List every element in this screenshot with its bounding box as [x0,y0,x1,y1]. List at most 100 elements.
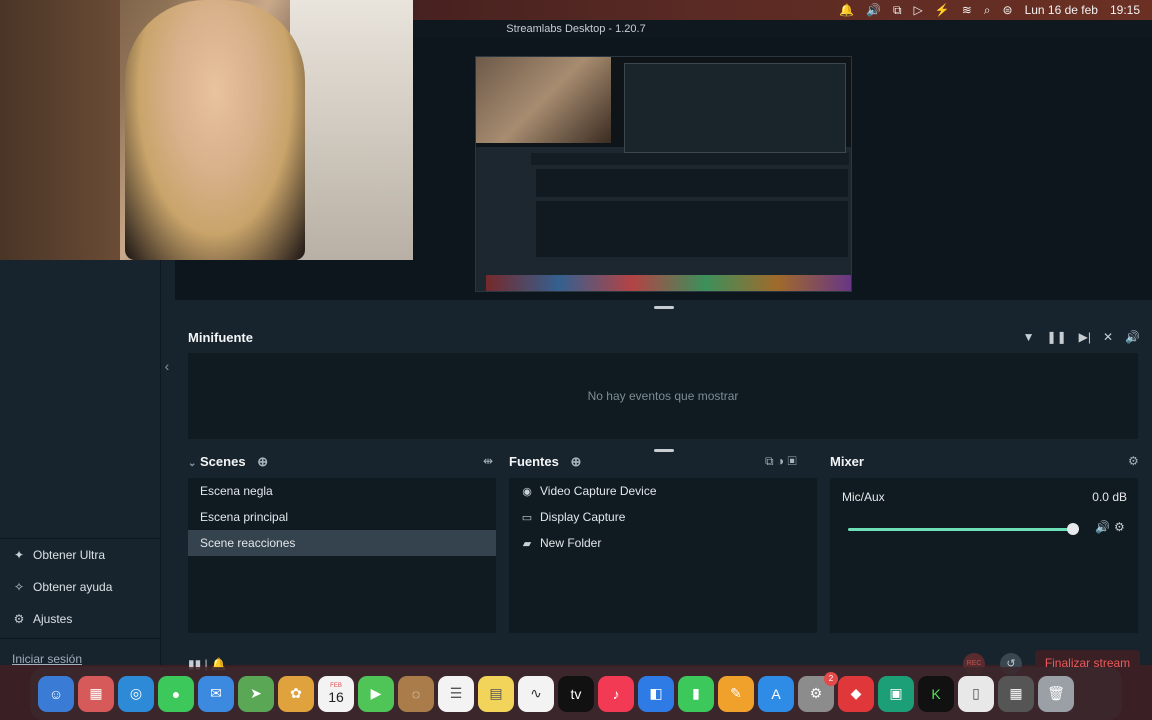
appstore-icon[interactable]: A [758,675,794,712]
maps-icon[interactable]: ➤ [238,675,274,712]
minifeed-empty: No hay eventos que mostrar [188,353,1138,439]
preview-nested-window [624,63,846,153]
mute-alerts-icon[interactable]: ✕ [1103,330,1113,344]
preview-panels [536,201,848,257]
volume-icon[interactable]: 🔊 [1125,330,1140,344]
resize-handle[interactable] [654,306,674,309]
channel-settings-icon[interactable]: ⚙ [1114,520,1125,534]
sidebar-item-settings[interactable]: ⚙ Ajustes [0,603,161,635]
sidebar-item-label: Ajustes [33,612,73,626]
downloads-icon[interactable]: ▦ [998,675,1034,712]
minifeed-title: Minifuente [188,330,253,345]
document-icon[interactable]: ▯ [958,675,994,712]
safari-icon[interactable]: ◎ [118,675,154,712]
sidebar-item-label: Obtener Ultra [33,548,106,562]
photos-icon[interactable]: ✿ [278,675,314,712]
notification-icon[interactable]: 🔔 [839,0,854,20]
volume-icon[interactable]: 🔊 [866,0,881,20]
streamer [125,0,305,260]
reminders-icon[interactable]: ☰ [438,675,474,712]
sidebar-item-label: Obtener ayuda [33,580,113,594]
help-icon: ✧ [13,580,25,594]
badge: 2 [824,671,838,686]
play-icon[interactable]: ▷ [914,0,923,20]
menubar-time[interactable]: 19:15 [1110,0,1140,20]
camera-icon: ◉ [522,485,532,498]
wifi-icon[interactable]: ≋ [962,0,972,20]
battery-icon[interactable]: ⚡ [935,0,950,20]
keynote-icon[interactable]: ◧ [638,675,674,712]
source-label: New Folder [540,536,602,550]
background-wall [290,0,413,260]
skip-icon[interactable]: ▶| [1079,330,1091,344]
pages-icon[interactable]: ✎ [718,675,754,712]
scene-transition-icon[interactable]: ⇹ [483,454,493,468]
minifeed-tools: ▼ ❚❚ ▶| ✕ 🔊 [1023,330,1140,344]
channel-level: 0.0 dB [1092,490,1127,504]
calendar-icon[interactable]: FEB 16 [318,675,354,712]
list-item[interactable]: ◉ Video Capture Device [509,478,817,504]
filter-icon[interactable]: ▼ [1023,330,1035,344]
scenes-title: Scenes [200,454,246,469]
music-icon[interactable]: ♪ [598,675,634,712]
resize-handle[interactable] [654,449,674,452]
contacts-icon[interactable]: ◌ [398,675,434,712]
trash-icon[interactable]: 🗑 [1038,675,1074,712]
freeform-icon[interactable]: ∿ [518,675,554,712]
webcam-overlay [0,0,413,260]
anydesk-icon[interactable]: ◆ [838,675,874,712]
search-icon[interactable]: ⌕ [984,0,991,20]
control-center-icon[interactable]: ⊜ [1003,0,1013,20]
list-item[interactable]: Escena negla [188,478,496,504]
scenes-header: ⌄ Scenes ⊕ [188,454,268,470]
sidebar-item-ultra[interactable]: ✦ Obtener Ultra [0,539,161,571]
finder-icon[interactable]: ☺ [38,675,74,712]
chevron-down-icon[interactable]: ⌄ [188,458,196,469]
chevron-left-icon[interactable]: ‹ [160,358,174,378]
screen-mirror-icon[interactable]: ⧉ [893,0,902,20]
preview-webcam [476,57,611,143]
sidebar-menu: ✦ Obtener Ultra ✧ Obtener ayuda ⚙ Ajuste… [0,538,161,635]
sources-list: ◉ Video Capture Device ▭ Display Capture ▰… [509,478,817,633]
preview-bar [531,153,849,165]
volume-slider-handle[interactable] [1067,523,1079,535]
pause-icon[interactable]: ❚❚ [1047,330,1067,344]
monitor-icon: ▭ [521,511,533,524]
facetime-icon[interactable]: ▶ [358,675,394,712]
list-item[interactable]: ▭ Display Capture [509,504,817,530]
sources-header: Fuentes ⊕ [509,454,581,470]
source-label: Video Capture Device [540,484,657,498]
mixer-settings-icon[interactable]: ⚙ [1128,454,1139,468]
launchpad-icon[interactable]: ▦ [78,675,114,712]
mute-icon[interactable]: 🔊 [1095,520,1110,534]
list-item[interactable]: ▰ New Folder [509,530,817,556]
stream-preview[interactable] [475,56,852,292]
login-link[interactable]: Iniciar sesión [12,652,82,666]
preview-dock [486,275,851,291]
mail-icon[interactable]: ✉ [198,675,234,712]
streamlabs-icon[interactable]: ▣ [878,675,914,712]
list-item[interactable]: Escena principal [188,504,496,530]
notes-icon[interactable]: ▤ [478,675,514,712]
numbers-icon[interactable]: ▮ [678,675,714,712]
ultra-icon: ✦ [13,548,25,562]
appletv-icon[interactable]: tv [558,675,594,712]
add-scene-icon[interactable]: ⊕ [257,454,268,469]
channel-name: Mic/Aux [842,490,885,504]
scenes-list: Escena negla Escena principal Scene reac… [188,478,496,633]
sidebar-item-help[interactable]: ✧ Obtener ayuda [0,571,161,603]
kick-icon[interactable]: K [918,675,954,712]
messages-icon[interactable]: ● [158,675,194,712]
source-label: Display Capture [540,510,626,524]
menubar-date[interactable]: Lun 16 de feb [1025,0,1098,20]
background-door [0,0,120,260]
sources-tool-icons[interactable]: ⧉ ◑ ▣ [765,454,797,469]
add-source-icon[interactable]: ⊕ [570,454,581,469]
volume-slider[interactable] [848,528,1073,531]
list-item-selected[interactable]: Scene reacciones [188,530,496,556]
folder-icon: ▰ [522,537,532,550]
gear-icon: ⚙ [13,612,25,626]
scene-label: Scene reacciones [200,536,296,550]
macos-dock: ☺ ▦ ◎ ● ✉ ➤ ✿ FEB 16 ▶ ◌ ☰ ▤ ∿ tv ♪ ◧ ▮ … [30,667,1122,720]
settings-icon[interactable]: ⚙ 2 [798,671,838,712]
